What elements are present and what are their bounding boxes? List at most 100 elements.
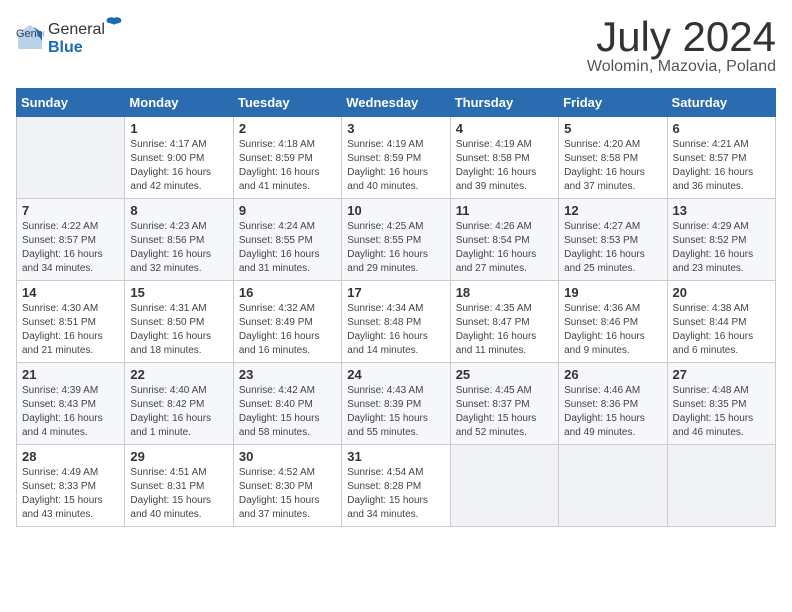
day-number: 13: [673, 203, 770, 218]
calendar-cell: 11 Sunrise: 4:26 AM Sunset: 8:54 PM Dayli…: [450, 199, 558, 281]
cell-info: Sunrise: 4:31 AM Sunset: 8:50 PM Dayligh…: [130, 302, 227, 358]
cell-info: Sunrise: 4:38 AM Sunset: 8:44 PM Dayligh…: [673, 302, 770, 358]
calendar-cell: 4Sunrise: 4:19 AM Sunset: 8:58 PM Daylig…: [450, 117, 558, 199]
weekday-header-wednesday: Wednesday: [342, 89, 450, 117]
day-number: 11: [456, 203, 553, 218]
weekday-header-saturday: Saturday: [667, 89, 775, 117]
day-number: 8: [130, 203, 227, 218]
calendar-cell: 17 Sunrise: 4:34 AM Sunset: 8:48 PM Dayli…: [342, 281, 450, 363]
title-area: July 2024 Wolomin, Mazovia, Poland: [587, 16, 776, 76]
calendar-cell: 2Sunrise: 4:18 AM Sunset: 8:59 PM Daylig…: [233, 117, 341, 199]
day-number: 6: [673, 121, 770, 136]
day-number: 1: [130, 121, 227, 136]
cell-info: Sunrise: 4:17 AM Sunset: 9:00 PM Dayligh…: [130, 138, 227, 194]
day-number: 22: [130, 367, 227, 382]
day-number: 17: [347, 285, 444, 300]
calendar-cell: 12 Sunrise: 4:27 AM Sunset: 8:53 PM Dayli…: [559, 199, 667, 281]
calendar-cell: 21 Sunrise: 4:39 AM Sunset: 8:43 PM Dayli…: [17, 363, 125, 445]
cell-info: Sunrise: 4:35 AM Sunset: 8:47 PM Dayligh…: [456, 302, 553, 358]
cell-info: Sunrise: 4:40 AM Sunset: 8:42 PM Dayligh…: [130, 384, 227, 440]
calendar-cell: 25 Sunrise: 4:45 AM Sunset: 8:37 PM Dayli…: [450, 363, 558, 445]
logo-icon: General: [16, 23, 44, 51]
calendar-cell: 16Sunrise: 4:32 AM Sunset: 8:49 PM Dayli…: [233, 281, 341, 363]
cell-info: Sunrise: 4:23 AM Sunset: 8:56 PM Dayligh…: [130, 220, 227, 276]
cell-info: Sunrise: 4:54 AM Sunset: 8:28 PM Dayligh…: [347, 466, 444, 522]
calendar-cell: 20 Sunrise: 4:38 AM Sunset: 8:44 PM Dayli…: [667, 281, 775, 363]
cell-info: Sunrise: 4:19 AM Sunset: 8:58 PM Dayligh…: [456, 138, 553, 194]
day-number: 3: [347, 121, 444, 136]
calendar-cell: 13 Sunrise: 4:29 AM Sunset: 8:52 PM Dayli…: [667, 199, 775, 281]
calendar-cell: 8 Sunrise: 4:23 AM Sunset: 8:56 PM Daylig…: [125, 199, 233, 281]
calendar-cell: 9Sunrise: 4:24 AM Sunset: 8:55 PM Daylig…: [233, 199, 341, 281]
weekday-header-sunday: Sunday: [17, 89, 125, 117]
cell-info: Sunrise: 4:51 AM Sunset: 8:31 PM Dayligh…: [130, 466, 227, 522]
cell-info: Sunrise: 4:49 AM Sunset: 8:33 PM Dayligh…: [22, 466, 119, 522]
calendar-cell: 30Sunrise: 4:52 AM Sunset: 8:30 PM Dayli…: [233, 445, 341, 527]
day-number: 2: [239, 121, 336, 136]
cell-info: Sunrise: 4:43 AM Sunset: 8:39 PM Dayligh…: [347, 384, 444, 440]
calendar-cell: [559, 445, 667, 527]
cell-info: Sunrise: 4:22 AM Sunset: 8:57 PM Dayligh…: [22, 220, 119, 276]
cell-info: Sunrise: 4:46 AM Sunset: 8:36 PM Dayligh…: [564, 384, 661, 440]
calendar-cell: 28 Sunrise: 4:49 AM Sunset: 8:33 PM Dayli…: [17, 445, 125, 527]
day-number: 5: [564, 121, 661, 136]
cell-info: Sunrise: 4:25 AM Sunset: 8:55 PM Dayligh…: [347, 220, 444, 276]
day-number: 7: [22, 203, 119, 218]
day-number: 20: [673, 285, 770, 300]
day-number: 24: [347, 367, 444, 382]
cell-info: Sunrise: 4:19 AM Sunset: 8:59 PM Dayligh…: [347, 138, 444, 194]
weekday-header-tuesday: Tuesday: [233, 89, 341, 117]
cell-info: Sunrise: 4:45 AM Sunset: 8:37 PM Dayligh…: [456, 384, 553, 440]
logo-general-text: General: [48, 21, 105, 39]
cell-info: Sunrise: 4:42 AM Sunset: 8:40 PM Dayligh…: [239, 384, 336, 440]
calendar-cell: [667, 445, 775, 527]
day-number: 25: [456, 367, 553, 382]
cell-info: Sunrise: 4:29 AM Sunset: 8:52 PM Dayligh…: [673, 220, 770, 276]
day-number: 26: [564, 367, 661, 382]
day-number: 14: [22, 285, 119, 300]
day-number: 23: [239, 367, 336, 382]
cell-info: Sunrise: 4:52 AM Sunset: 8:30 PM Dayligh…: [239, 466, 336, 522]
calendar-cell: 19 Sunrise: 4:36 AM Sunset: 8:46 PM Dayli…: [559, 281, 667, 363]
cell-info: Sunrise: 4:48 AM Sunset: 8:35 PM Dayligh…: [673, 384, 770, 440]
weekday-header-thursday: Thursday: [450, 89, 558, 117]
calendar-cell: [450, 445, 558, 527]
cell-info: Sunrise: 4:26 AM Sunset: 8:54 PM Dayligh…: [456, 220, 553, 276]
cell-info: Sunrise: 4:20 AM Sunset: 8:58 PM Dayligh…: [564, 138, 661, 194]
day-number: 27: [673, 367, 770, 382]
calendar-cell: 10 Sunrise: 4:25 AM Sunset: 8:55 PM Dayli…: [342, 199, 450, 281]
calendar-cell: 24 Sunrise: 4:43 AM Sunset: 8:39 PM Dayli…: [342, 363, 450, 445]
cell-info: Sunrise: 4:27 AM Sunset: 8:53 PM Dayligh…: [564, 220, 661, 276]
weekday-header-friday: Friday: [559, 89, 667, 117]
cell-info: Sunrise: 4:36 AM Sunset: 8:46 PM Dayligh…: [564, 302, 661, 358]
cell-info: Sunrise: 4:39 AM Sunset: 8:43 PM Dayligh…: [22, 384, 119, 440]
weekday-header-monday: Monday: [125, 89, 233, 117]
day-number: 29: [130, 449, 227, 464]
cell-info: Sunrise: 4:30 AM Sunset: 8:51 PM Dayligh…: [22, 302, 119, 358]
cell-info: Sunrise: 4:24 AM Sunset: 8:55 PM Dayligh…: [239, 220, 336, 276]
day-number: 10: [347, 203, 444, 218]
location-title: Wolomin, Mazovia, Poland: [587, 58, 776, 76]
calendar-cell: 26 Sunrise: 4:46 AM Sunset: 8:36 PM Dayli…: [559, 363, 667, 445]
calendar-cell: [17, 117, 125, 199]
day-number: 28: [22, 449, 119, 464]
day-number: 19: [564, 285, 661, 300]
calendar-table: SundayMondayTuesdayWednesdayThursdayFrid…: [16, 88, 776, 527]
calendar-cell: 1 Sunrise: 4:17 AM Sunset: 9:00 PM Daylig…: [125, 117, 233, 199]
day-number: 21: [22, 367, 119, 382]
calendar-cell: 29 Sunrise: 4:51 AM Sunset: 8:31 PM Dayli…: [125, 445, 233, 527]
logo-blue-text: Blue: [48, 39, 83, 56]
logo: General General Blue: [16, 16, 123, 57]
header: General General Blue July 2024 Wolomin, …: [16, 16, 776, 76]
cell-info: Sunrise: 4:32 AM Sunset: 8:49 PM Dayligh…: [239, 302, 336, 358]
calendar-cell: 22 Sunrise: 4:40 AM Sunset: 8:42 PM Dayli…: [125, 363, 233, 445]
calendar-cell: 6Sunrise: 4:21 AM Sunset: 8:57 PM Daylig…: [667, 117, 775, 199]
calendar-cell: 3 Sunrise: 4:19 AM Sunset: 8:59 PM Daylig…: [342, 117, 450, 199]
day-number: 12: [564, 203, 661, 218]
cell-info: Sunrise: 4:34 AM Sunset: 8:48 PM Dayligh…: [347, 302, 444, 358]
calendar-cell: 14 Sunrise: 4:30 AM Sunset: 8:51 PM Dayli…: [17, 281, 125, 363]
day-number: 18: [456, 285, 553, 300]
calendar-cell: 23 Sunrise: 4:42 AM Sunset: 8:40 PM Dayli…: [233, 363, 341, 445]
calendar-cell: 18 Sunrise: 4:35 AM Sunset: 8:47 PM Dayli…: [450, 281, 558, 363]
logo-bird-icon: [105, 16, 123, 34]
